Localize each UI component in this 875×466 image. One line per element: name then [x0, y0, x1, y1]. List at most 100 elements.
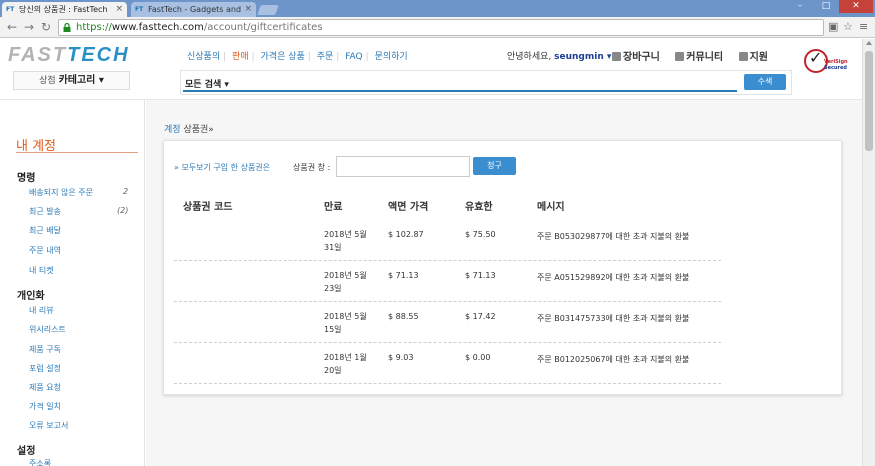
back-arrow-icon[interactable]: ← — [7, 20, 17, 34]
community-icon — [675, 52, 685, 61]
column-header-expiry: 만료 — [324, 202, 343, 213]
gift-certificates-card — [163, 140, 842, 395]
claim-button[interactable]: 청구 — [473, 157, 516, 175]
tab-close-icon[interactable]: × — [244, 2, 252, 17]
sidebar-item-forum-settings[interactable]: 포럼 설정 — [29, 363, 61, 374]
scroll-thumb[interactable] — [865, 51, 873, 151]
code-label: 상품권 창 : — [293, 163, 331, 172]
sidebar-item-wishlist[interactable]: 위시리스트 — [29, 324, 66, 335]
row-divider — [174, 301, 721, 302]
column-header-valid: 유효한 — [465, 202, 493, 213]
sidebar-item-product-request[interactable]: 제품 요청 — [29, 382, 61, 393]
tab-title: 당신의 상품권 : FastTech — [19, 5, 108, 14]
seal-text-2: Secured — [824, 65, 847, 71]
sidebar-item-my-tickets[interactable]: 내 티켓 — [29, 265, 54, 276]
gift-code-input[interactable] — [336, 156, 470, 177]
unshipped-count: 2 — [123, 187, 129, 196]
sidebar-item-my-reviews[interactable]: 내 리뷰 — [29, 305, 54, 316]
minimize-button[interactable]: – — [787, 0, 813, 13]
row3-expiry: 2018년 5월 15일 — [324, 312, 367, 334]
sidebar-item-unshipped[interactable]: 배송되지 않은 주문 — [29, 187, 93, 198]
checkmark-icon: ✓ — [809, 48, 823, 67]
row3-valid: $ 17.42 — [465, 312, 496, 321]
row3-face-value: $ 88.55 — [388, 312, 419, 321]
close-window-button[interactable]: ✕ — [839, 0, 873, 13]
fasttech-logo[interactable]: FASTTECH — [8, 44, 130, 66]
sidebar-heading-settings: 설정 — [17, 446, 36, 457]
recent-shipped-count: (2) — [117, 206, 129, 215]
sidebar-item-error-report[interactable]: 오류 보고서 — [29, 420, 68, 431]
nav-faq[interactable]: FAQ — [345, 52, 362, 62]
view-purchased-link[interactable]: » 모두보기 구입 한 상품권은 — [174, 162, 270, 173]
row3-message: 주문 B031475733에 대한 초과 지불의 환불 — [537, 314, 690, 323]
sidebar-title-underline — [16, 152, 138, 153]
search-input[interactable] — [183, 90, 737, 92]
url-text: https://www.fasttech.com/account/giftcer… — [76, 22, 323, 33]
row4-face-value: $ 9.03 — [388, 353, 414, 362]
row4-message: 주문 B012025067에 대한 초과 지불의 환불 — [537, 355, 690, 364]
search-button[interactable]: 수색 — [744, 74, 786, 90]
tab-title: FastTech - Gadgets and — [148, 5, 242, 14]
column-header-code: 상품권 코드 — [183, 202, 233, 213]
row1-message: 주문 B053029877에 대한 초과 지불의 환불 — [537, 232, 690, 241]
breadcrumb-account-link[interactable]: 계정 — [164, 125, 181, 135]
browser-tab-inactive[interactable]: FT FastTech - Gadgets and × — [131, 2, 256, 17]
row4-valid: $ 0.00 — [465, 353, 491, 362]
row-divider — [174, 260, 721, 261]
tab-close-icon[interactable]: × — [115, 2, 123, 17]
scroll-up-arrow-icon[interactable] — [866, 41, 872, 45]
nav-sale[interactable]: 판매 — [232, 52, 249, 62]
bookmark-star-icon[interactable]: ☆ — [843, 21, 853, 33]
row-divider — [174, 342, 721, 343]
row2-valid: $ 71.13 — [465, 271, 496, 280]
lock-icon — [63, 23, 71, 32]
row1-face-value: $ 102.87 — [388, 230, 424, 239]
fasttech-favicon-icon: FT — [135, 6, 144, 13]
nav-new-products[interactable]: 신상품의 — [187, 52, 220, 62]
reload-icon[interactable]: ↻ — [41, 20, 51, 34]
sidebar-item-address-book[interactable]: 주소록 — [29, 458, 51, 466]
row-divider — [174, 383, 721, 384]
sidebar-item-price-match[interactable]: 가격 일치 — [29, 401, 61, 412]
support-link[interactable]: 지원 — [738, 52, 774, 63]
row4-expiry: 2018년 1월 20일 — [324, 353, 367, 375]
user-greeting: 안녕하세요, seungmin ▾ — [507, 52, 612, 62]
search-scope-dropdown[interactable]: 모든 검색 ▾ — [185, 77, 229, 90]
fasttech-favicon-icon: FT — [6, 6, 15, 13]
browser-tab-active[interactable]: FT 당신의 상품권 : FastTech × — [2, 2, 127, 17]
menu-icon[interactable]: ≡ — [859, 21, 868, 33]
browser-tab-bar: FT 당신의 상품권 : FastTech × FT FastTech - Ga… — [0, 0, 875, 17]
row2-face-value: $ 71.13 — [388, 271, 419, 280]
column-header-face-value: 액면 가격 — [388, 202, 429, 213]
browser-toolbar: ← → ↻ https://www.fasttech.com/account/g… — [0, 17, 875, 38]
nav-orders[interactable]: 주문 — [317, 52, 334, 62]
translate-icon[interactable]: ▣ — [828, 21, 838, 33]
breadcrumb: 계정 상품권» — [164, 122, 214, 135]
new-tab-button[interactable] — [257, 5, 279, 15]
nav-contact[interactable]: 문의하기 — [375, 52, 408, 62]
breadcrumb-current: 상품권» — [183, 125, 214, 135]
sidebar-item-recent-shipped[interactable]: 최근 발송 — [29, 206, 61, 217]
cart-link[interactable]: 장바구니 — [612, 52, 666, 63]
search-bar: 모든 검색 ▾ 수색 — [180, 70, 792, 95]
verisign-seal[interactable]: ✓ VeriSign Secured — [802, 47, 856, 81]
nav-price[interactable]: 가격은 상품 — [261, 52, 305, 62]
utility-links: 장바구니 커뮤니티 지원 — [612, 48, 780, 63]
sidebar-item-subscriptions[interactable]: 제품 구독 — [29, 344, 61, 355]
column-header-message: 메시지 — [537, 202, 565, 213]
page-scrollbar[interactable] — [862, 39, 875, 466]
address-bar[interactable]: https://www.fasttech.com/account/giftcer… — [58, 19, 824, 36]
sidebar-item-recent-delivered[interactable]: 최근 배달 — [29, 225, 61, 236]
community-link[interactable]: 커뮤니티 — [675, 52, 729, 63]
user-menu[interactable]: seungmin ▾ — [554, 52, 611, 62]
maximize-button[interactable]: □ — [813, 0, 839, 13]
forward-arrow-icon[interactable]: → — [24, 20, 34, 34]
category-dropdown[interactable]: 상점 카테고리 ▾ — [13, 71, 130, 90]
row2-expiry: 2018년 5월 23일 — [324, 271, 367, 293]
sidebar-item-order-history[interactable]: 주문 내역 — [29, 245, 61, 256]
site-header: FASTTECH 상점 카테고리 ▾ 신상품의 | 판매 | 가격은 상품 | 주문 |… — [0, 39, 862, 99]
top-nav: 신상품의 | 판매 | 가격은 상품 | 주문 | FAQ | 문의하기 — [187, 52, 408, 62]
account-sidebar: 내 계정 명령 배송되지 않은 주문 2 최근 발송 (2) 최근 배달 주문 … — [0, 100, 145, 466]
row1-expiry: 2018년 5월 31일 — [324, 230, 367, 252]
sidebar-heading-personalization: 개인화 — [17, 291, 45, 302]
